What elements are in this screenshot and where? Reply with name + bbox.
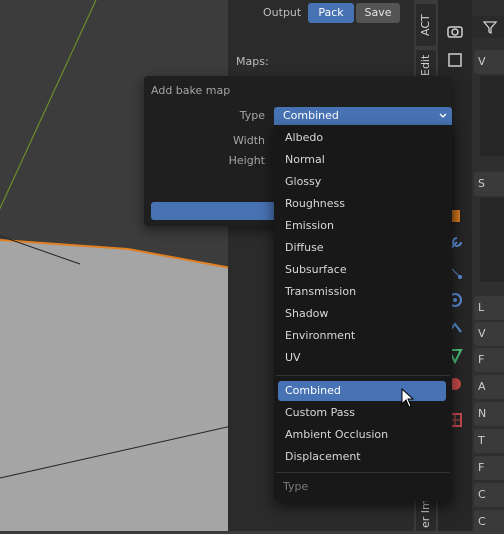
props-box	[480, 198, 504, 282]
option-displacement[interactable]: Displacement	[278, 447, 446, 467]
option-albedo[interactable]: Albedo	[278, 128, 446, 148]
option-subsurface[interactable]: Subsurface	[278, 260, 446, 280]
props-row[interactable]: F	[474, 456, 504, 480]
option-custom-pass[interactable]: Custom Pass	[278, 403, 446, 423]
props-row[interactable]: C	[474, 510, 504, 534]
output-icon[interactable]	[445, 50, 465, 70]
option-glossy[interactable]: Glossy	[278, 172, 446, 192]
y-axis-line	[0, 0, 97, 210]
funnel-icon[interactable]	[482, 19, 498, 35]
tab-act[interactable]: ACT	[416, 4, 436, 46]
chevron-down-icon	[439, 113, 447, 118]
props-row[interactable]: C	[474, 483, 504, 507]
option-shadow[interactable]: Shadow	[278, 304, 446, 324]
tab-image[interactable]: er Im	[416, 496, 436, 531]
props-row[interactable]: N	[474, 402, 504, 426]
dropdown-footer-label: Type	[283, 480, 309, 493]
props-row[interactable]: V	[474, 50, 504, 74]
props-box	[480, 76, 504, 156]
save-button[interactable]: Save	[356, 3, 400, 23]
props-row[interactable]: L	[474, 296, 504, 320]
render-icon[interactable]	[445, 22, 465, 42]
pack-button[interactable]: Pack	[308, 3, 354, 23]
mouse-cursor-icon	[401, 388, 415, 408]
props-row[interactable]: T	[474, 429, 504, 453]
width-label: Width	[233, 134, 265, 147]
props-row[interactable]: S	[474, 172, 504, 196]
dialog-title: Add bake map	[151, 84, 231, 97]
option-roughness[interactable]: Roughness	[278, 194, 446, 214]
props-row[interactable]: F	[474, 348, 504, 372]
menu-separator	[276, 375, 450, 376]
option-uv[interactable]: UV	[278, 348, 446, 368]
output-label: Output	[263, 6, 302, 19]
type-select-value: Combined	[283, 109, 339, 122]
option-environment[interactable]: Environment	[278, 326, 446, 346]
properties-header	[472, 16, 504, 38]
option-diffuse[interactable]: Diffuse	[278, 238, 446, 258]
ok-button[interactable]	[151, 202, 281, 220]
height-label: Height	[228, 154, 265, 167]
menu-separator	[276, 472, 450, 473]
props-row[interactable]: V	[474, 322, 504, 346]
maps-label: Maps:	[236, 55, 269, 68]
option-emission[interactable]: Emission	[278, 216, 446, 236]
option-ambient-occlusion[interactable]: Ambient Occlusion	[278, 425, 446, 445]
option-normal[interactable]: Normal	[278, 150, 446, 170]
type-label: Type	[239, 109, 265, 122]
props-row[interactable]: A	[474, 375, 504, 399]
type-select[interactable]: Combined	[274, 107, 452, 125]
option-combined[interactable]: Combined	[278, 381, 446, 401]
option-transmission[interactable]: Transmission	[278, 282, 446, 302]
